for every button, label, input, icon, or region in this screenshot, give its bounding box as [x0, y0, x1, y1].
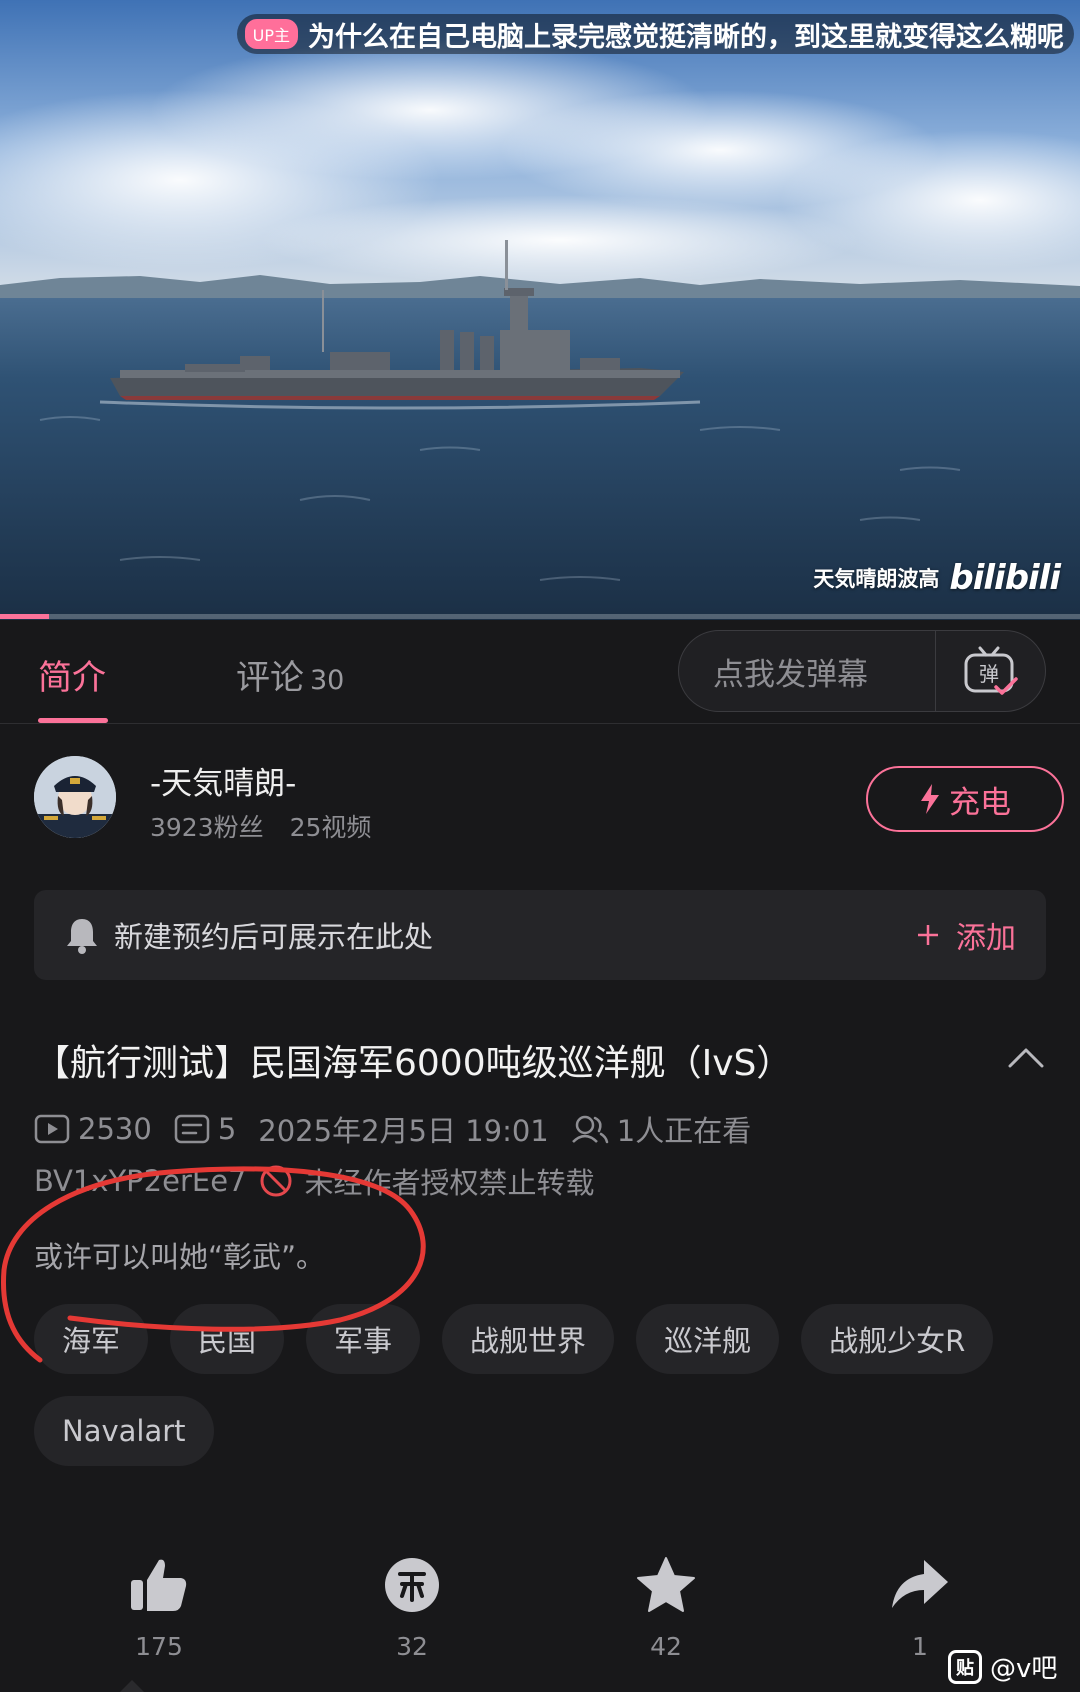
danmaku-settings-button[interactable]: 弹	[935, 631, 1045, 711]
uploader-stats: 3923粉丝 25视频	[150, 808, 371, 844]
watching-value: 1人正在看	[616, 1114, 752, 1148]
up-badge: UP主	[244, 19, 298, 49]
share-arrow-icon	[892, 1560, 948, 1608]
watermark-channel: 天気晴朗波高	[813, 567, 940, 591]
star-icon	[637, 1557, 695, 1612]
danmaku-placeholder: 点我发弹幕	[713, 656, 868, 693]
tag-chip[interactable]: 民国	[170, 1304, 285, 1374]
avatar-image	[34, 756, 116, 838]
coin-icon	[385, 1558, 439, 1612]
video-progress-bar[interactable]	[0, 614, 1080, 619]
charge-label: 充电	[949, 784, 1011, 821]
danmaku-text: 为什么在自己电脑上录完感觉挺清晰的，到这里就变得这么糊呢	[308, 21, 1064, 53]
tab-active-indicator	[38, 718, 108, 723]
video-description: 或许可以叫她“彰武”。	[34, 1240, 326, 1274]
play-count: 2530	[34, 1112, 152, 1146]
bilibili-logo: bilibili	[949, 558, 1061, 598]
danmaku-list-icon	[174, 1114, 210, 1144]
danmaku-tv-icon: 弹	[964, 646, 1018, 695]
charge-button[interactable]: 充电	[866, 766, 1064, 832]
video-watermark: 天気晴朗波高 bilibili	[813, 558, 1061, 598]
avatar[interactable]	[34, 756, 116, 838]
tag-list: 海军 民国 军事 战舰世界 巡洋舰 战舰少女R Navalart	[34, 1304, 1046, 1466]
lightning-icon	[921, 784, 939, 814]
coin-count: 32	[396, 1632, 428, 1661]
video-player[interactable]: UP主 为什么在自己电脑上录完感觉挺清晰的，到这里就变得这么糊呢 天気晴朗波高 …	[0, 0, 1080, 620]
tab-comments-count: 30	[310, 665, 345, 696]
source-watermark: 贴 @v吧	[948, 1648, 1057, 1685]
tab-bar: 简介 评论 30 点我发弹幕 弹	[0, 620, 1080, 724]
tieba-icon: 贴	[948, 1649, 982, 1684]
tag-chip[interactable]: 巡洋舰	[636, 1304, 780, 1374]
thumbs-up-icon	[131, 1559, 187, 1611]
svg-text:弹: 弹	[979, 662, 999, 686]
reservation-card[interactable]: 新建预约后可展示在此处 添加	[34, 890, 1046, 980]
tag-chip[interactable]: Navalart	[34, 1396, 214, 1466]
reservation-text: 新建预约后可展示在此处	[114, 920, 434, 954]
tab-intro[interactable]: 简介	[38, 650, 106, 699]
no-repost-icon	[260, 1165, 291, 1197]
video-meta-secondary: BV1xYP2erEe7 未经作者授权禁止转载	[34, 1160, 595, 1202]
progress-fill	[0, 614, 49, 619]
like-count: 175	[135, 1632, 183, 1661]
plus-icon	[918, 925, 938, 945]
video-title: 【航行测试】民国海军6000吨级巡洋舰（IvS）	[34, 1043, 793, 1084]
uploader-fans: 3923粉丝	[150, 813, 264, 842]
play-icon	[34, 1114, 70, 1144]
publish-date: 2025年2月5日 19:01	[258, 1114, 549, 1148]
uploader-name[interactable]: -天気晴朗-	[150, 758, 296, 803]
tab-comments-label: 评论	[236, 658, 304, 698]
source-watermark-text: @v吧	[990, 1654, 1058, 1684]
bell-icon	[67, 919, 97, 954]
video-frame	[0, 0, 1080, 620]
tag-chip[interactable]: 军事	[306, 1304, 421, 1374]
coin-button[interactable]: 32	[352, 1556, 472, 1661]
play-count-value: 2530	[78, 1112, 152, 1146]
viewers-icon	[571, 1115, 609, 1144]
uploader-videos: 25视频	[289, 813, 372, 842]
like-button[interactable]: 175	[99, 1556, 219, 1661]
chevron-up-icon[interactable]	[1006, 1042, 1046, 1072]
watching-now: 1人正在看	[571, 1108, 751, 1150]
tag-chip[interactable]: 战舰世界	[442, 1304, 615, 1374]
tab-comments[interactable]: 评论 30	[236, 650, 344, 699]
video-meta: 2530 5 2025年2月5日 19:01 1人正在看	[34, 1108, 773, 1150]
share-button[interactable]: 1	[860, 1556, 980, 1661]
favorite-button[interactable]: 42	[606, 1556, 726, 1661]
danmaku-bubble: UP主 为什么在自己电脑上录完感觉挺清晰的，到这里就变得这么糊呢	[236, 14, 1074, 54]
uploader-row[interactable]: -天気晴朗- 3923粉丝 25视频 充电	[34, 756, 1064, 846]
tag-chip[interactable]: 海军	[34, 1304, 149, 1374]
danmaku-count-value: 5	[217, 1112, 237, 1146]
action-bar: 175 32 42 1	[0, 1556, 1080, 1676]
danmaku-count: 5	[174, 1112, 236, 1146]
bvid[interactable]: BV1xYP2erEe7	[34, 1164, 247, 1198]
tag-chip[interactable]: 战舰少女R	[801, 1304, 994, 1374]
share-count: 1	[912, 1632, 928, 1661]
danmaku-input[interactable]: 点我发弹幕 弹	[678, 630, 1046, 712]
like-popup-pointer	[120, 1680, 144, 1692]
favorite-count: 42	[650, 1632, 682, 1661]
reservation-add-button[interactable]: 添加	[916, 913, 1016, 957]
reservation-add-label: 添加	[956, 921, 1016, 956]
copyright-notice: 未经作者授权禁止转载	[304, 1166, 595, 1200]
